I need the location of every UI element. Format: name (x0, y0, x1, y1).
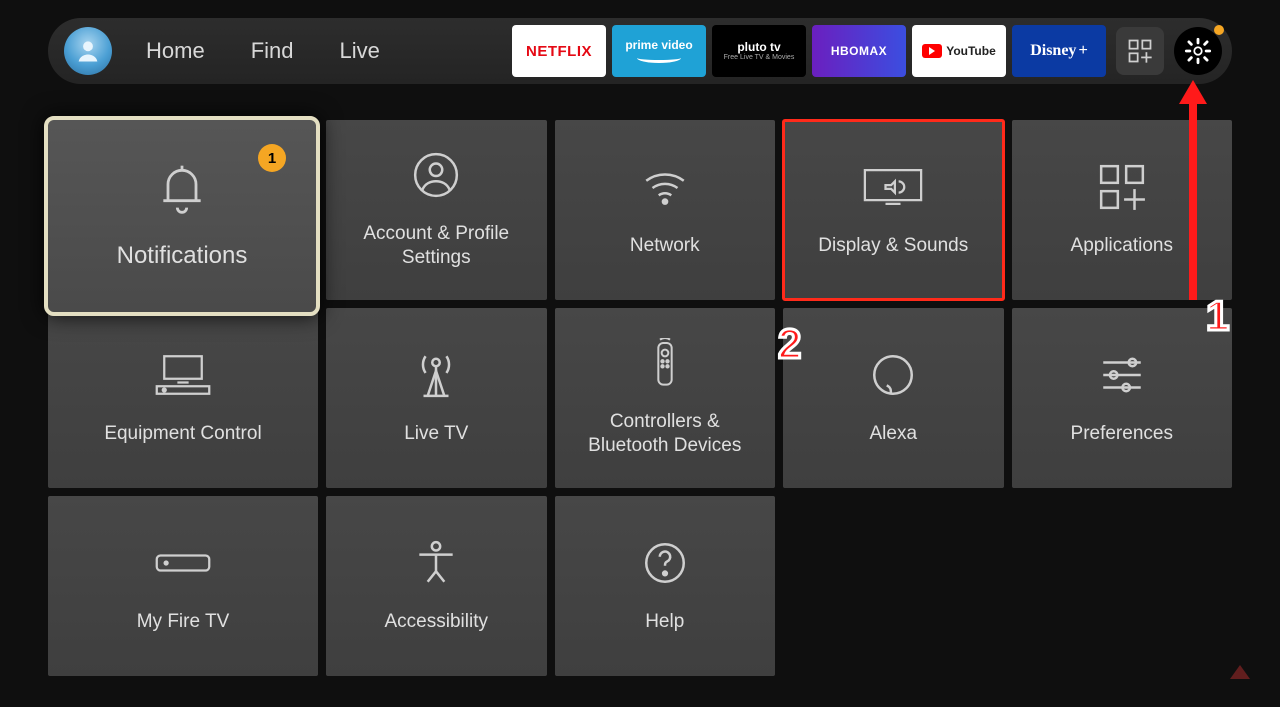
tile-label: Applications (1071, 234, 1173, 258)
tile-preferences[interactable]: Preferences (1012, 308, 1233, 488)
notification-badge: 1 (258, 144, 286, 172)
display-icon (863, 162, 923, 212)
tile-equipment[interactable]: Equipment Control (48, 308, 318, 488)
tile-label: Equipment Control (104, 422, 261, 446)
tile-label: Account & Profile Settings (340, 222, 533, 270)
wifi-icon (635, 162, 695, 212)
firetv-icon (153, 538, 213, 588)
help-icon (635, 538, 695, 588)
apps-grid-button[interactable] (1116, 27, 1164, 75)
tile-accessibility[interactable]: Accessibility (326, 496, 547, 676)
app-label: pluto tv (737, 41, 780, 54)
account-icon (406, 150, 466, 200)
tile-label: Notifications (117, 241, 248, 271)
tile-notifications[interactable]: 1 Notifications (44, 116, 320, 316)
tile-label: Display & Sounds (818, 234, 968, 258)
tile-label: Preferences (1071, 422, 1173, 446)
settings-button[interactable] (1174, 27, 1222, 75)
apps-icon (1092, 162, 1152, 212)
tile-help[interactable]: Help (555, 496, 776, 676)
settings-grid: 1 Notifications Account & Profile Settin… (48, 120, 1232, 676)
app-youtube[interactable]: YouTube (912, 25, 1006, 77)
top-navbar: Home Find Live NETFLIX prime video pluto… (48, 18, 1232, 84)
youtube-icon (922, 44, 942, 58)
tile-network[interactable]: Network (555, 120, 776, 300)
tile-controllers[interactable]: Controllers & Bluetooth Devices (555, 308, 776, 488)
nav-find[interactable]: Find (251, 38, 294, 64)
nav-links: Home Find Live (146, 38, 380, 64)
app-shortcut-strip: NETFLIX prime video pluto tv Free Live T… (512, 25, 1106, 77)
gear-icon (1184, 37, 1212, 65)
apps-grid-icon (1126, 37, 1154, 65)
person-icon (74, 37, 102, 65)
tile-label: Live TV (404, 422, 468, 446)
app-label: Disney (1030, 42, 1076, 60)
bell-icon (152, 161, 212, 217)
remote-icon (635, 338, 695, 388)
tile-label: Alexa (869, 422, 917, 446)
tile-label: Accessibility (385, 610, 488, 634)
profile-avatar[interactable] (64, 27, 112, 75)
prime-swoosh-icon (637, 53, 681, 63)
tile-alexa[interactable]: Alexa (783, 308, 1004, 488)
accessibility-icon (406, 538, 466, 588)
tile-applications[interactable]: Applications (1012, 120, 1233, 300)
app-label: prime video (625, 39, 692, 51)
plus-icon: + (1078, 42, 1087, 60)
app-hbomax[interactable]: HBOMAX (812, 25, 906, 77)
app-prime-video[interactable]: prime video (612, 25, 706, 77)
sliders-icon (1092, 350, 1152, 400)
app-label: YouTube (946, 44, 996, 58)
equipment-icon (153, 350, 213, 400)
tile-label: Controllers & Bluetooth Devices (569, 410, 762, 458)
nav-live[interactable]: Live (339, 38, 379, 64)
tile-account[interactable]: Account & Profile Settings (326, 120, 547, 300)
tile-label: Network (630, 234, 700, 258)
notification-dot-icon (1214, 25, 1224, 35)
nav-home[interactable]: Home (146, 38, 205, 64)
tile-display-sounds[interactable]: Display & Sounds (783, 120, 1004, 300)
tile-live-tv[interactable]: Live TV (326, 308, 547, 488)
app-pluto-tv[interactable]: pluto tv Free Live TV & Movies (712, 25, 806, 77)
antenna-icon (406, 350, 466, 400)
alexa-icon (863, 350, 923, 400)
tile-label: My Fire TV (137, 610, 230, 634)
app-disney-plus[interactable]: Disney+ (1012, 25, 1106, 77)
tile-label: Help (645, 610, 684, 634)
watermark-icon (1230, 665, 1250, 679)
app-netflix[interactable]: NETFLIX (512, 25, 606, 77)
app-sublabel: Free Live TV & Movies (724, 54, 795, 62)
tile-my-fire-tv[interactable]: My Fire TV (48, 496, 318, 676)
